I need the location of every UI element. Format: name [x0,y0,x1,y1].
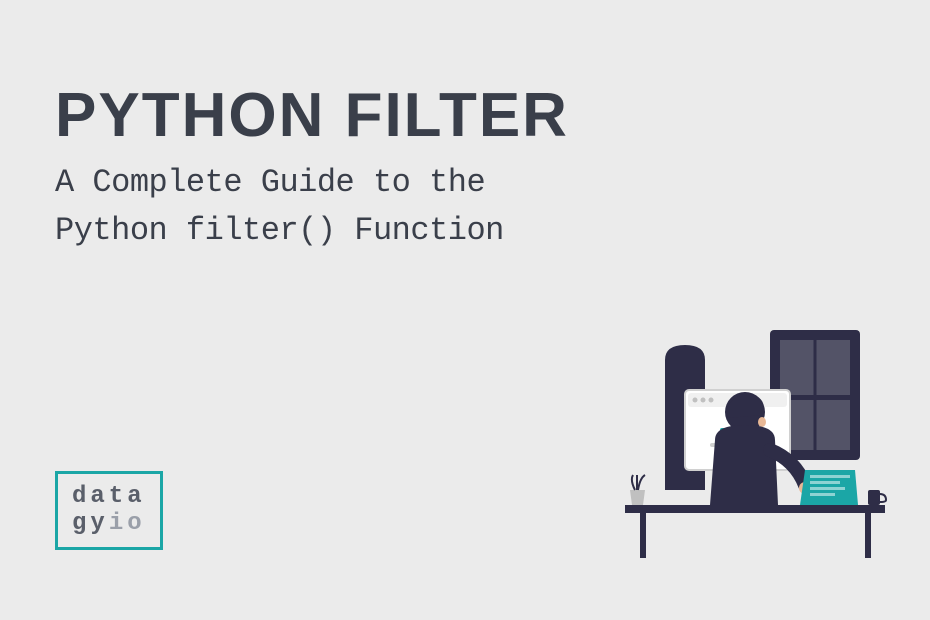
subtitle-line-2: Python filter() Function [55,212,504,249]
page-title: PYTHON FILTER [55,85,875,147]
logo-line-2-part-2: io [109,510,146,537]
logo-text: data gyio [72,484,146,537]
logo-line-1: data [72,483,146,510]
brand-logo: data gyio [55,471,163,550]
page-subtitle: A Complete Guide to the Python filter() … [55,159,875,255]
logo-line-2-part-1: gy [72,510,109,537]
subtitle-line-1: A Complete Guide to the [55,164,485,201]
developer-illustration [610,330,890,570]
